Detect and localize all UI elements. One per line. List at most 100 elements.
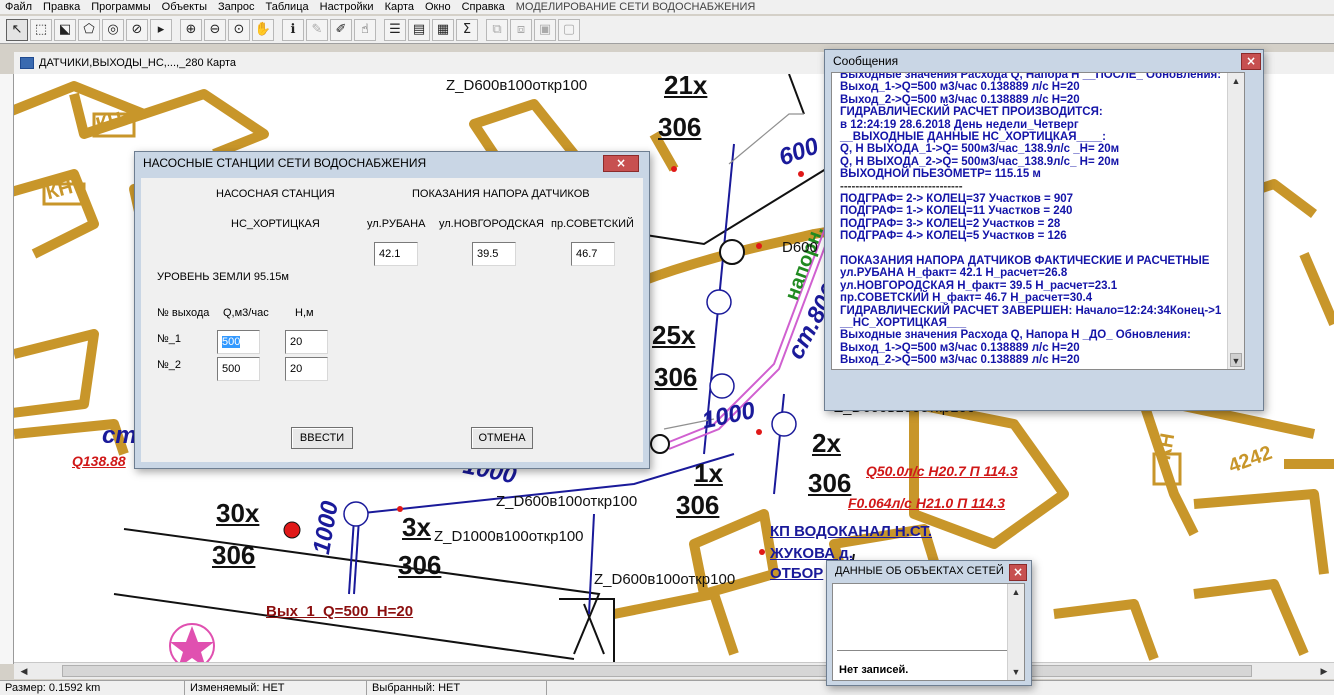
menu-item[interactable]: Объекты: [157, 1, 213, 13]
empty-message: Нет записей.: [839, 664, 909, 676]
menu-item[interactable]: Окно: [420, 1, 457, 13]
outlet-head-field[interactable]: 20: [285, 357, 328, 381]
message-line: Выход_1->Q=500 м3/час 0.138889 л/с Н=20: [840, 81, 1080, 94]
ground-level-label: УРОВЕНЬ ЗЕМЛИ 95.15м: [157, 271, 289, 283]
message-line: __НС_ХОРТИЦКАЯ___: [840, 317, 967, 329]
message-line: Выходные значения Расхода Q, Напора Н _Д…: [840, 329, 1191, 342]
message-line: ул.НОВГОРОДСКАЯ Н_факт= 39.5 Н_расчет=23…: [840, 279, 1118, 292]
menu-item[interactable]: Запрос: [213, 1, 260, 13]
side-window-edge: [0, 74, 14, 664]
info-icon[interactable]: ℹ: [282, 18, 304, 41]
scroll-right-icon[interactable]: ▶: [1316, 664, 1332, 678]
report-edit-icon[interactable]: ▢: [558, 18, 580, 41]
hand-point-icon[interactable]: ☝: [354, 18, 376, 41]
sensor-value-field[interactable]: 46.7: [571, 242, 615, 266]
message-line: ул.РУБАНА Н_факт= 42.1 Н_расчет=26.8: [840, 267, 1068, 280]
select-multiple-icon[interactable]: ⬕: [54, 18, 76, 41]
clear-selection-icon[interactable]: ⊘: [126, 18, 148, 41]
scroll-down-icon[interactable]: ▼: [1008, 664, 1024, 680]
sensor-value-field[interactable]: 42.1: [374, 242, 418, 266]
message-line: Выход_1->Q=500 м3/час 0.138889 л/с Н=20: [840, 341, 1080, 354]
select-region-icon[interactable]: ⬚: [30, 18, 52, 41]
message-line: __ВЫХОДНЫЕ ДАННЫЕ НС_ХОРТИЦКАЯ____:: [840, 131, 1106, 143]
scroll-down-icon[interactable]: ▼: [1228, 353, 1244, 369]
network-edit-icon[interactable]: ⧈: [510, 18, 532, 41]
zoom-in-icon[interactable]: ⊕: [180, 18, 202, 41]
close-icon[interactable]: ×: [603, 155, 639, 172]
node-label-21x: 21x: [664, 74, 708, 100]
message-line: --------------------------------: [840, 180, 963, 193]
report-icon[interactable]: ▣: [534, 18, 556, 41]
flow-label-q138: Q138.88: [72, 453, 126, 469]
scroll-thumb[interactable]: [62, 665, 1252, 677]
legend-icon[interactable]: ▤: [408, 18, 430, 41]
sensor-value-field[interactable]: 39.5: [472, 242, 516, 266]
select-radius-icon[interactable]: ◎: [102, 18, 124, 41]
objects-scrollbar[interactable]: ▲ ▼: [1007, 584, 1024, 680]
zoom-window-icon[interactable]: ⊙: [228, 18, 250, 41]
select-pointer-icon[interactable]: ▸: [150, 18, 172, 41]
sum-icon[interactable]: Σ: [456, 18, 478, 41]
layers-icon[interactable]: ☰: [384, 18, 406, 41]
messages-scrollbar[interactable]: ▲ ▼: [1227, 73, 1244, 369]
enter-button[interactable]: ВВЕСТИ: [291, 427, 353, 449]
cancel-button[interactable]: ОТМЕНА: [471, 427, 533, 449]
pump-stations-dialog: НАСОСНЫЕ СТАНЦИИ СЕТИ ВОДОСНАБЖЕНИЯ × НА…: [134, 151, 650, 469]
app-title: МОДЕЛИРОВАНИЕ СЕТИ ВОДОСНАБЖЕНИЯ: [515, 1, 756, 13]
table-icon[interactable]: ▦: [432, 18, 454, 41]
node-label-306-b: 306: [654, 362, 698, 392]
message-line: ПОДГРАФ= 2-> КОЛЕЦ=37 Участков = 907: [840, 193, 1074, 205]
sensor-name: ул.РУБАНА: [367, 218, 426, 230]
message-line: ГИДРАВЛИЧЕСКИЙ РАСЧЕТ ЗАВЕРШЕН: Начало=1…: [840, 304, 1222, 317]
node-label-306-c: 306: [808, 468, 852, 498]
pipe-label-1: Z_D600в100откр100: [446, 77, 588, 94]
pipe-label-4: Z_D600в100откр100: [594, 571, 736, 588]
select-polygon-icon[interactable]: ⬠: [78, 18, 100, 41]
node-label-2x: 2x: [812, 428, 841, 458]
message-line: ПОКАЗАНИЯ НАПОРА ДАТЧИКОВ ФАКТИЧЕСКИЕ И …: [840, 255, 1210, 267]
pump-dialog-title[interactable]: НАСОСНЫЕ СТАНЦИИ СЕТИ ВОДОСНАБЖЕНИЯ: [135, 152, 649, 174]
pencil-icon[interactable]: ✎: [306, 18, 328, 41]
message-line: Выход_2->Q=500 м3/час 0.138889 л/с Н=20: [840, 354, 1080, 367]
menu-item[interactable]: Правка: [38, 1, 86, 13]
objects-panel-title[interactable]: ДАННЫЕ ОБ ОБЪЕКТАХ СЕТЕЙ: [827, 561, 1031, 583]
map-window-icon: [20, 57, 34, 69]
pan-hand-icon[interactable]: ✋: [252, 18, 274, 41]
scroll-up-icon[interactable]: ▲: [1228, 73, 1244, 89]
outlet-head-field[interactable]: 20: [285, 330, 328, 354]
close-icon[interactable]: ×: [1009, 564, 1027, 581]
horizontal-scrollbar[interactable]: ◀ ▶: [14, 662, 1334, 679]
node-label-306-a: 306: [658, 112, 702, 142]
node-label-306-d: 306: [676, 490, 720, 520]
outlet-label: №_1: [157, 333, 182, 345]
node-label-306-e: 306: [212, 540, 256, 570]
menu-item[interactable]: Карта: [380, 1, 420, 13]
menu-item[interactable]: Программы: [86, 1, 156, 13]
objects-list[interactable]: Нет записей. ▲ ▼: [832, 583, 1025, 681]
map-window-title: ДАТЧИКИ,ВЫХОДЫ_НС,...,_280 Карта: [39, 57, 237, 69]
message-line: Q, Н ВЫХОДА_1->Q= 500м3/час_138.9л/с _Н=…: [840, 143, 1120, 156]
menu-item[interactable]: Таблица: [260, 1, 314, 13]
outlet-flow-field[interactable]: 500: [217, 330, 260, 354]
zoom-out-icon[interactable]: ⊖: [204, 18, 226, 41]
network-icon[interactable]: ⧉: [486, 18, 508, 41]
scroll-left-icon[interactable]: ◀: [16, 664, 32, 678]
menu-item[interactable]: Файл: [0, 1, 38, 13]
flow-label-q50: Q50.0л/с H20.7 П 114.3: [866, 463, 1018, 479]
menu-item[interactable]: Справка: [457, 1, 511, 13]
messages-title[interactable]: Сообщения: [825, 50, 1263, 72]
objects-data-panel: ДАННЫЕ ОБ ОБЪЕКТАХ СЕТЕЙ × Нет записей. …: [826, 560, 1032, 686]
building-kn-3: КН: [1153, 431, 1180, 462]
sensor-name: ул.НОВГОРОДСКАЯ: [439, 218, 544, 230]
scroll-up-icon[interactable]: ▲: [1008, 584, 1024, 600]
station-label-3: ОТБОР: [770, 565, 824, 582]
toolbar: ↖ ⬚ ⬕ ⬠ ◎ ⊘ ▸ ⊕ ⊖ ⊙ ✋ ℹ ✎ ✐ ☝ ☰ ▤ ▦ Σ ⧉ ⧈ ▣ ▢: [0, 16, 1334, 44]
label-icon[interactable]: ✐: [330, 18, 352, 41]
arrow-pointer-icon[interactable]: ↖: [6, 18, 28, 41]
menu-item[interactable]: Настройки: [315, 1, 380, 13]
outlet-flow-field[interactable]: 500: [217, 357, 260, 381]
flow-label-f0064: F0.064л/с H21.0 П 114.3: [848, 495, 1006, 511]
message-line: ПОДГРАФ= 1-> КОЛЕЦ=11 Участков = 240: [840, 205, 1073, 218]
close-icon[interactable]: ×: [1241, 53, 1261, 70]
messages-log[interactable]: Выходные значения Расхода Q, Напора Н __…: [831, 72, 1245, 370]
